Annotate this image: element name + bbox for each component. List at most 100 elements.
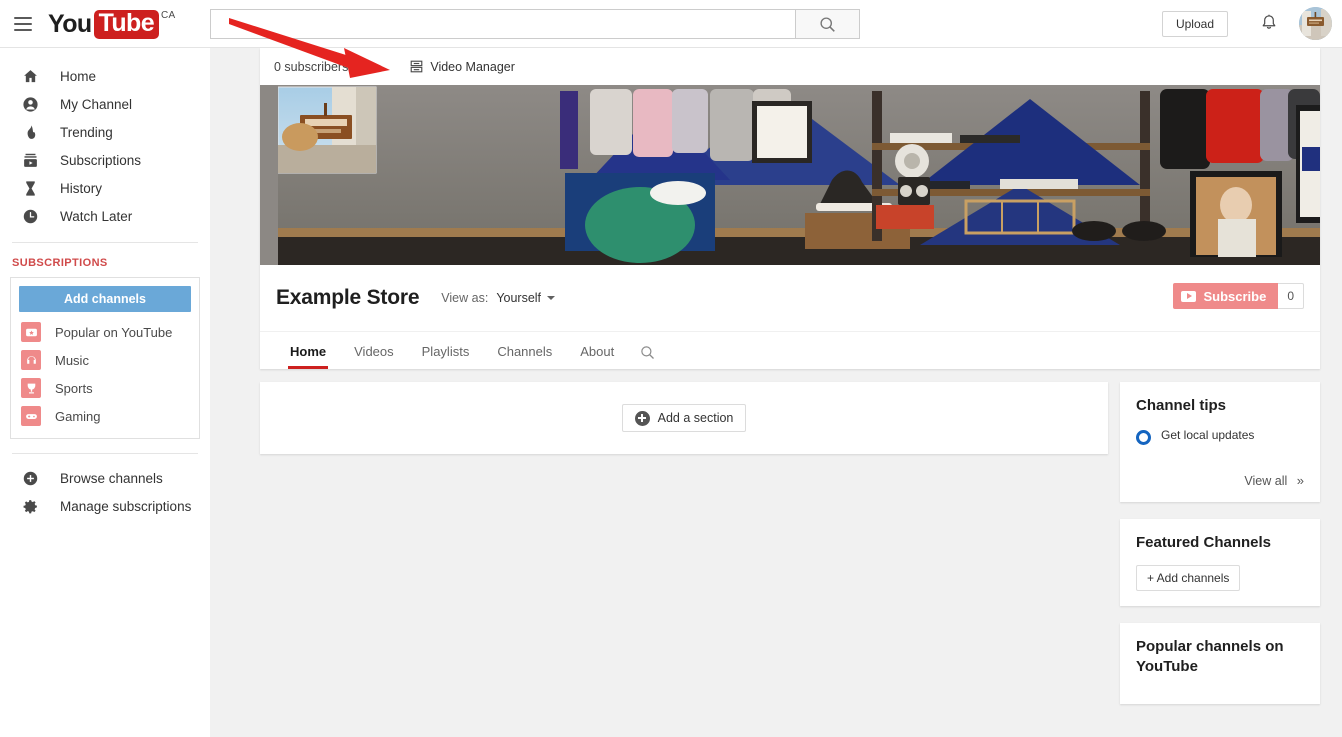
sidebar-item-label: Watch Later	[60, 209, 132, 224]
featured-add-channels-button[interactable]: + Add channels	[1136, 565, 1240, 591]
channel-tips-card: Channel tips Get local updates View all …	[1120, 382, 1320, 502]
channel-tab-bar: Home Videos Playlists Channels About	[260, 331, 1320, 369]
subscribe-count-badge: 0	[1278, 283, 1304, 309]
play-icon	[1181, 291, 1196, 302]
sidebar-footer-nav: Browse channels Manage subscriptions	[0, 454, 210, 520]
sidebar-item-watch-later[interactable]: Watch Later	[0, 202, 210, 230]
channel-content-card: Add a section	[260, 382, 1108, 454]
progress-ring-icon	[1136, 430, 1151, 445]
headphones-icon	[21, 350, 41, 370]
hamburger-menu-icon[interactable]	[14, 13, 36, 35]
sidebar-item-history[interactable]: History	[0, 174, 210, 202]
sidebar-item-browse-channels[interactable]: Browse channels	[0, 464, 210, 492]
sidebar-item-label: Trending	[60, 125, 113, 140]
popular-channels-card: Popular channels on YouTube	[1120, 623, 1320, 704]
logo-tube-text: Tube	[94, 10, 159, 39]
sidebar-item-label: Manage subscriptions	[60, 499, 191, 514]
featured-channels-title: Featured Channels	[1136, 533, 1304, 553]
channel-tip-item[interactable]: Get local updates	[1136, 428, 1304, 445]
search-icon	[819, 16, 836, 33]
add-section-button[interactable]: Add a section	[622, 404, 747, 432]
channel-banner-image	[260, 85, 1320, 265]
popular-channels-title: Popular channels on YouTube	[1136, 637, 1304, 676]
youtube-logo[interactable]: You Tube CA	[48, 9, 176, 39]
search-bar	[210, 9, 860, 39]
add-channels-button[interactable]: Add channels	[19, 286, 191, 312]
logo-country-code: CA	[161, 10, 176, 21]
sidebar-item-trending[interactable]: Trending	[0, 118, 210, 146]
sidebar-channel-label: Popular on YouTube	[55, 325, 172, 340]
sidebar-channel-label: Sports	[55, 381, 93, 396]
subscribe-group: Subscribe 0	[1173, 283, 1304, 309]
sidebar-item-label: Subscriptions	[60, 153, 141, 168]
flame-icon	[18, 120, 42, 144]
search-icon	[640, 345, 655, 360]
gamepad-icon	[21, 406, 41, 426]
sidebar-item-label: Home	[60, 69, 96, 84]
hourglass-icon	[18, 176, 42, 200]
clock-icon	[18, 204, 42, 228]
channel-name-row: Example Store View as: Yourself Subscrib…	[260, 265, 1320, 331]
sidebar-item-manage-subscriptions[interactable]: Manage subscriptions	[0, 492, 210, 520]
sidebar-channel-label: Music	[55, 353, 89, 368]
view-all-tips-link[interactable]: View all »	[1136, 473, 1304, 488]
featured-channels-card: Featured Channels + Add channels	[1120, 519, 1320, 606]
sidebar-item-home[interactable]: Home	[0, 62, 210, 90]
sidebar-channel-gaming[interactable]: Gaming	[11, 402, 199, 430]
notifications-button[interactable]	[1258, 13, 1280, 35]
upload-button-label: Upload	[1176, 17, 1214, 31]
view-all-label: View all	[1244, 474, 1287, 488]
chevron-down-icon	[547, 296, 555, 300]
trophy-icon	[21, 378, 41, 398]
tab-channels[interactable]: Channels	[483, 344, 566, 369]
view-as-label: View as:	[441, 291, 488, 305]
tab-home[interactable]: Home	[276, 344, 340, 369]
channel-banner	[260, 85, 1320, 265]
channel-search-button[interactable]	[628, 345, 667, 369]
video-manager-icon	[410, 60, 423, 73]
subscribe-button-label: Subscribe	[1203, 289, 1266, 304]
channel-header-card: 0 subscribers Video Manager	[260, 48, 1320, 369]
subscriptions-icon	[18, 148, 42, 172]
subscriber-count: 0 subscribers	[274, 60, 348, 74]
plus-circle-icon	[18, 466, 42, 490]
double-chevron-right-icon: »	[1297, 473, 1304, 488]
subscriptions-card: Add channels Popular on YouTube Music Sp…	[10, 277, 200, 439]
channel-tip-label: Get local updates	[1161, 428, 1254, 444]
left-sidebar: Home My Channel Trending Subscriptions H	[0, 48, 210, 737]
top-header-bar: You Tube CA Upload	[0, 0, 1342, 48]
avatar-image	[1299, 7, 1332, 40]
channel-tips-title: Channel tips	[1136, 396, 1304, 416]
right-rail: Channel tips Get local updates View all …	[1120, 382, 1320, 721]
sidebar-item-my-channel[interactable]: My Channel	[0, 90, 210, 118]
video-manager-label: Video Manager	[430, 60, 515, 74]
avatar[interactable]	[1299, 7, 1332, 40]
tab-playlists[interactable]: Playlists	[408, 344, 484, 369]
channel-meta-row: 0 subscribers Video Manager	[260, 48, 1320, 85]
account-circle-icon	[18, 92, 42, 116]
sidebar-channel-popular-on-youtube[interactable]: Popular on YouTube	[11, 318, 199, 346]
sidebar-item-label: My Channel	[60, 97, 132, 112]
gear-icon	[18, 494, 42, 518]
sidebar-channel-music[interactable]: Music	[11, 346, 199, 374]
subscriptions-section-title: SUBSCRIPTIONS	[0, 243, 210, 277]
bell-icon	[1258, 13, 1280, 35]
plus-circle-icon	[635, 411, 650, 426]
upload-button[interactable]: Upload	[1162, 11, 1228, 37]
sidebar-channel-sports[interactable]: Sports	[11, 374, 199, 402]
video-manager-link[interactable]: Video Manager	[410, 60, 515, 74]
logo-you-text: You	[48, 12, 92, 37]
search-button[interactable]	[795, 9, 860, 39]
sidebar-item-label: History	[60, 181, 102, 196]
home-icon	[18, 64, 42, 88]
tab-about[interactable]: About	[566, 344, 628, 369]
sidebar-item-subscriptions[interactable]: Subscriptions	[0, 146, 210, 174]
tab-videos[interactable]: Videos	[340, 344, 408, 369]
star-badge-icon	[21, 322, 41, 342]
view-as-dropdown[interactable]: Yourself	[496, 291, 555, 305]
search-input[interactable]	[210, 9, 795, 39]
sidebar-item-label: Browse channels	[60, 471, 163, 486]
subscribe-button[interactable]: Subscribe	[1173, 283, 1278, 309]
primary-nav-list: Home My Channel Trending Subscriptions H	[0, 48, 210, 230]
view-as-value: Yourself	[496, 291, 541, 305]
